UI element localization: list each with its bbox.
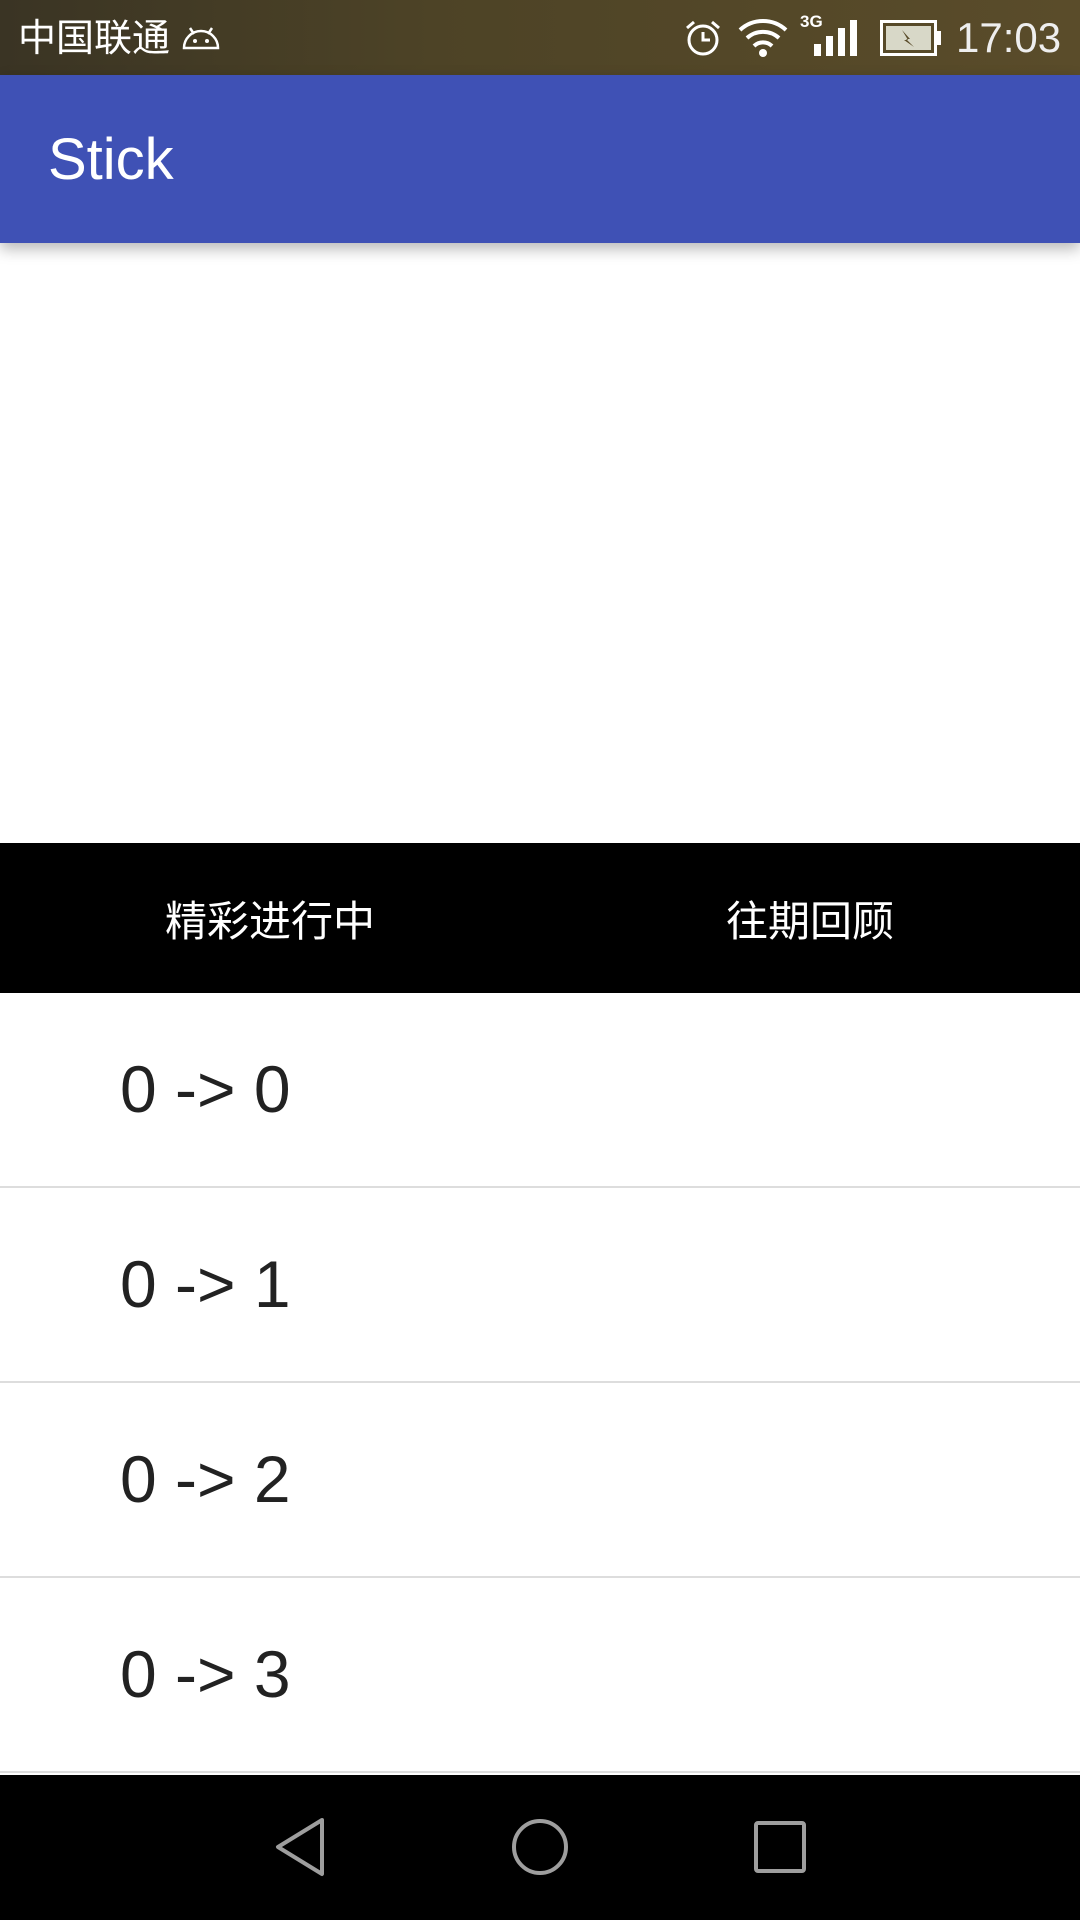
home-icon[interactable]: [510, 1815, 570, 1883]
list-item[interactable]: 0 -> 3: [0, 1578, 1080, 1773]
list-item-text: 0 -> 1: [120, 1247, 291, 1321]
tab-ongoing[interactable]: 精彩进行中: [0, 843, 540, 993]
list-item-text: 0 -> 2: [120, 1442, 291, 1516]
recents-icon[interactable]: [752, 1815, 808, 1883]
header-area: [0, 243, 1080, 843]
wifi-icon: [738, 16, 788, 62]
tab-past-review[interactable]: 往期回顾: [540, 843, 1080, 993]
alarm-icon: [683, 18, 723, 62]
back-icon[interactable]: [272, 1815, 328, 1883]
clock: 17:03: [956, 14, 1062, 61]
list-item[interactable]: 0 -> 1: [0, 1188, 1080, 1383]
navigation-bar: [0, 1775, 1080, 1920]
android-icon: [180, 22, 222, 54]
status-bar: 中国联通 3G 17:03: [0, 0, 1080, 75]
battery-charging-icon: [880, 20, 942, 60]
item-list: 0 -> 0 0 -> 1 0 -> 2 0 -> 3: [0, 993, 1080, 1773]
app-title: Stick: [48, 127, 174, 192]
carrier-name: 中国联通: [18, 16, 171, 60]
list-item[interactable]: 0 -> 0: [0, 993, 1080, 1188]
app-bar: Stick: [0, 75, 1080, 243]
list-item[interactable]: 0 -> 2: [0, 1383, 1080, 1578]
tab-bar: 精彩进行中 往期回顾: [0, 843, 1080, 993]
list-item-text: 0 -> 3: [120, 1637, 291, 1711]
list-item-text: 0 -> 0: [120, 1052, 291, 1126]
signal-icon: [812, 18, 860, 60]
